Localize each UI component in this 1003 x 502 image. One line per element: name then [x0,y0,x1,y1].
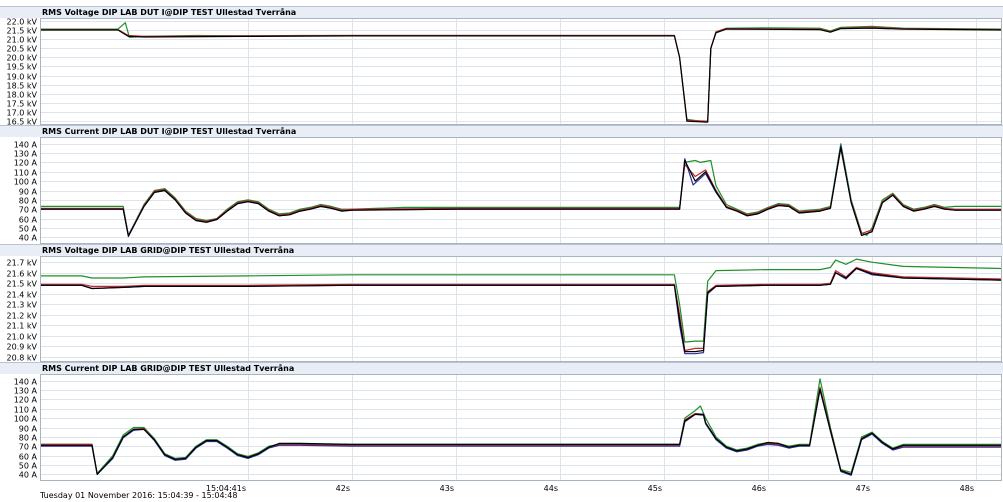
y-tick-label: 19.0 kV [7,73,38,82]
y-tick-label: 120 A [14,159,38,168]
y-tick-label: 140 A [14,378,38,387]
y-tick-label: 80 A [19,197,38,206]
y-tick-label: 21.1 kV [7,322,38,331]
y-tick-label: 70 A [19,443,38,452]
y-tick-label: 60 A [19,216,38,225]
y-tick-label: 40 A [19,234,38,243]
plot-area [40,18,1002,125]
y-tick-label: 20.0 kV [7,54,38,63]
y-tick-label: 130 A [14,150,38,159]
y-tick-label: 17.0 kV [7,109,38,118]
x-tick-label: 45s [648,484,662,493]
y-tick-label: 110 A [14,406,38,415]
panel-title: RMS Current DIP LAB GRID@DIP TEST Ullest… [42,363,294,373]
y-tick-label: 19.5 kV [7,63,38,72]
y-tick-label: 60 A [19,453,38,462]
y-tick-label: 100 A [14,415,38,424]
y-tick-label: 21.5 kV [7,280,38,289]
y-tick-label: 18.5 kV [7,82,38,91]
panel-title: RMS Current DIP LAB DUT I@DIP TEST Ulles… [42,126,296,136]
chart-panel-1: RMS Voltage DIP LAB DUT I@DIP TEST Ulles… [0,6,1003,127]
y-tick-label: 20.8 kV [7,354,38,363]
y-tick-label: 20.9 kV [7,343,38,352]
y-tick-label: 21.2 kV [7,312,38,321]
y-tick-label: 120 A [14,396,38,405]
y-tick-label: 21.0 kV [7,36,38,45]
footer-date-range: Tuesday 01 November 2016: 15:04:39 - 15:… [39,491,237,500]
x-tick-label: 47s [856,484,870,493]
y-tick-label: 18.0 kV [7,91,38,100]
y-tick-label: 21.4 kV [7,291,38,300]
y-tick-label: 21.3 kV [7,301,38,310]
chart-panel-3: RMS Voltage DIP LAB GRID@DIP TEST Ullest… [0,244,1003,363]
panel-title: RMS Voltage DIP LAB GRID@DIP TEST Ullest… [42,245,294,255]
x-tick-label: 46s [752,484,766,493]
y-tick-label: 100 A [14,178,38,187]
chart-panel-4: RMS Current DIP LAB GRID@DIP TEST Ullest… [0,362,1003,481]
y-tick-label: 130 A [14,387,38,396]
x-tick-label: 44s [544,484,558,493]
y-tick-label: 50 A [19,462,38,471]
x-tick-label: 48s [960,484,974,493]
y-tick-label: 90 A [19,425,38,434]
y-tick-label: 140 A [14,141,38,150]
y-tick-label: 20.5 kV [7,45,38,54]
y-tick-label: 40 A [19,471,38,480]
chart-panel-2: RMS Current DIP LAB DUT I@DIP TEST Ulles… [0,125,1003,244]
y-tick-label: 70 A [19,206,38,215]
rms-measurement-chart: RMS Voltage DIP LAB DUT I@DIP TEST Ulles… [0,0,1003,502]
y-tick-label: 110 A [14,169,38,178]
y-tick-label: 90 A [19,188,38,197]
y-tick-label: 17.5 kV [7,100,38,109]
y-tick-label: 21.6 kV [7,270,38,279]
y-tick-label: 21.0 kV [7,333,38,342]
panel-title: RMS Voltage DIP LAB DUT I@DIP TEST Ulles… [42,7,296,17]
y-tick-label: 22.0 kV [7,18,38,27]
y-tick-label: 50 A [19,225,38,234]
y-tick-label: 21.7 kV [7,259,38,268]
y-tick-label: 21.5 kV [7,27,38,36]
y-tick-label: 80 A [19,434,38,443]
x-tick-label: 43s [440,484,454,493]
x-tick-label: 42s [336,484,350,493]
